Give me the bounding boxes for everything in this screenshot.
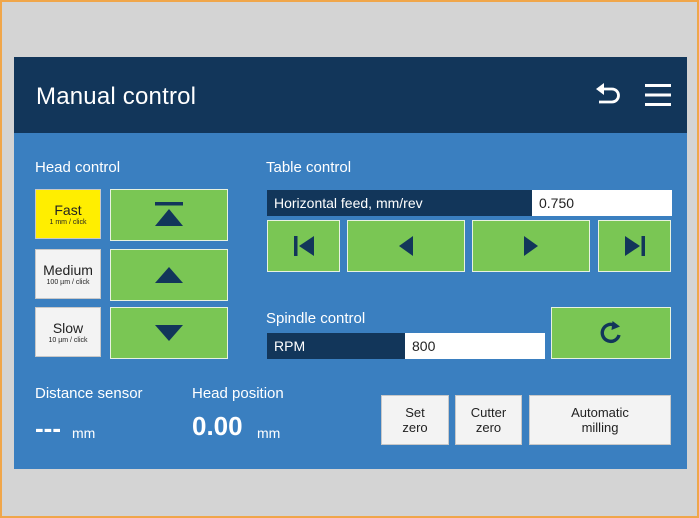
speed-medium-label: Medium — [43, 262, 93, 278]
device-frame: Manual control Head control Fast 1 mm / … — [0, 0, 699, 518]
set-zero-label-line1: Set — [405, 405, 425, 420]
speed-fast-sub: 1 mm / click — [49, 219, 87, 226]
menu-icon[interactable] — [645, 83, 671, 112]
speed-slow-button[interactable]: Slow 10 µm / click — [35, 307, 101, 357]
move-left-icon — [399, 236, 413, 256]
cutter-zero-button[interactable]: Cutter zero — [455, 395, 522, 445]
head-move-top-button[interactable] — [110, 189, 228, 241]
head-move-up-button[interactable] — [110, 249, 228, 301]
head-move-down-button[interactable] — [110, 307, 228, 359]
rpm-value[interactable]: 800 — [405, 333, 545, 359]
speed-fast-button[interactable]: Fast 1 mm / click — [35, 189, 101, 239]
head-position-label: Head position — [192, 385, 284, 402]
skip-to-start-icon — [293, 236, 314, 256]
top-bezel — [2, 2, 697, 57]
undo-icon[interactable] — [596, 83, 622, 112]
speed-slow-sub: 10 µm / click — [48, 337, 88, 344]
move-up-icon — [155, 267, 183, 283]
speed-medium-sub: 100 µm / click — [46, 279, 90, 286]
speed-medium-button[interactable]: Medium 100 µm / click — [35, 249, 101, 299]
horizontal-feed-value[interactable]: 0.750 — [532, 190, 672, 216]
automatic-milling-label-line2: milling — [581, 420, 619, 435]
table-control-label: Table control — [266, 159, 352, 176]
cutter-zero-label-line1: Cutter — [470, 405, 507, 420]
skip-to-end-icon — [624, 236, 645, 256]
set-zero-label-line2: zero — [402, 420, 428, 435]
page-title: Manual control — [36, 83, 197, 110]
spindle-rotate-button[interactable] — [551, 307, 671, 359]
distance-sensor-label: Distance sensor — [35, 385, 143, 402]
move-right-icon — [524, 236, 538, 256]
move-to-top-icon — [155, 202, 183, 226]
set-zero-button[interactable]: Set zero — [381, 395, 449, 445]
spindle-control-label: Spindle control — [266, 310, 366, 327]
table-move-left-button[interactable] — [347, 220, 465, 272]
automatic-milling-label-line1: Automatic — [571, 405, 629, 420]
app-header: Manual control — [14, 57, 687, 133]
head-position-unit: mm — [257, 425, 281, 441]
distance-sensor-unit: mm — [72, 425, 96, 441]
horizontal-feed-field: Horizontal feed, mm/rev 0.750 — [267, 190, 672, 216]
automatic-milling-button[interactable]: Automatic milling — [529, 395, 671, 445]
head-position-value: 0.00 — [192, 411, 243, 441]
rpm-label: RPM — [267, 333, 405, 359]
horizontal-feed-label: Horizontal feed, mm/rev — [267, 190, 532, 216]
bottom-bezel — [14, 469, 687, 516]
table-move-right-button[interactable] — [472, 220, 590, 272]
distance-sensor-value: --- — [35, 413, 61, 443]
table-skip-start-button[interactable] — [267, 220, 340, 272]
rpm-field: RPM 800 — [267, 333, 545, 359]
speed-fast-label: Fast — [54, 202, 82, 218]
head-control-label: Head control — [35, 159, 121, 176]
table-skip-end-button[interactable] — [598, 220, 671, 272]
control-panel: Head control Fast 1 mm / click Medium 10… — [14, 133, 687, 469]
cutter-zero-label-line2: zero — [475, 420, 502, 435]
speed-slow-label: Slow — [52, 320, 84, 336]
rotate-icon — [600, 321, 621, 344]
move-down-icon — [155, 325, 183, 341]
